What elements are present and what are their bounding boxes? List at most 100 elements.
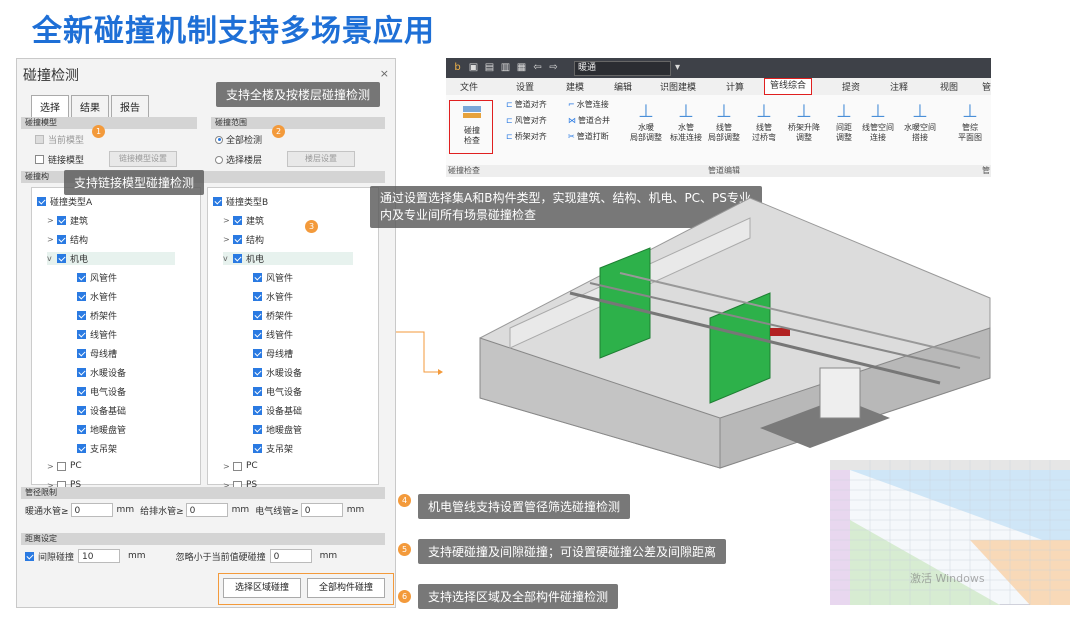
tree-b-checkbox[interactable] xyxy=(253,349,262,358)
tree-b-item[interactable]: 水暖设备 xyxy=(243,366,302,379)
tree-b-checkbox[interactable] xyxy=(253,387,262,396)
tree-a-checkbox[interactable] xyxy=(77,311,86,320)
tray-align-button[interactable]: ⊏ 桥架对齐 xyxy=(506,131,547,142)
save-icon[interactable]: ▥ xyxy=(500,62,511,73)
tree-b-checkbox[interactable] xyxy=(253,330,262,339)
tree-a-item[interactable]: 风管件 xyxy=(67,271,117,284)
open-icon[interactable]: ▤ xyxy=(484,62,495,73)
tree-b-item[interactable]: > 建筑 xyxy=(223,214,264,227)
link-model-settings-button[interactable]: 链接模型设置 xyxy=(109,151,177,167)
link-model-row[interactable]: 链接模型 xyxy=(35,153,84,166)
menu-recognize[interactable]: 识图建模 xyxy=(660,80,696,93)
tree-a-header[interactable]: 碰撞类型A xyxy=(37,195,92,208)
tree-a-item[interactable]: > 建筑 xyxy=(47,214,88,227)
pipe-merge-button[interactable]: ⋈ 管道合并 xyxy=(568,115,610,126)
tree-a-checkbox[interactable] xyxy=(57,254,66,263)
tree-b-checkbox[interactable] xyxy=(233,235,242,244)
floor-settings-button[interactable]: 楼层设置 xyxy=(287,151,355,167)
tree-a-checkbox[interactable] xyxy=(77,387,86,396)
pipe-align-button[interactable]: ⊏ 管道对齐 xyxy=(506,99,547,110)
tree-a-checkbox[interactable] xyxy=(77,349,86,358)
menu-more[interactable]: 管 xyxy=(982,80,991,93)
tree-a-item[interactable]: > PC xyxy=(47,461,82,471)
tree-a-item[interactable]: 水暖设备 xyxy=(67,366,126,379)
tree-a-item[interactable]: 线管件 xyxy=(67,328,117,341)
gap-input[interactable]: 10 xyxy=(78,549,121,563)
close-icon[interactable]: × xyxy=(380,67,389,80)
tree-a-checkbox[interactable] xyxy=(57,461,66,471)
tree-a-checkbox[interactable] xyxy=(77,273,86,282)
menu-calc[interactable]: 计算 xyxy=(726,80,744,93)
tree-b-checkbox[interactable] xyxy=(253,444,262,453)
tree-b-item[interactable]: 设备基础 xyxy=(243,404,302,417)
tree-a-checkbox[interactable] xyxy=(77,406,86,415)
expand-icon[interactable]: > xyxy=(223,216,233,225)
tree-b-checkbox[interactable] xyxy=(253,311,262,320)
ignore-input[interactable]: 0 xyxy=(269,549,312,563)
expand-icon[interactable]: v xyxy=(223,254,233,263)
tree-b-item[interactable]: 桥架件 xyxy=(243,309,293,322)
water-connect-button[interactable]: ⌐ 水管连接 xyxy=(568,99,609,110)
tree-b-item[interactable]: 线管件 xyxy=(243,328,293,341)
tree-a-item[interactable]: 母线槽 xyxy=(67,347,117,360)
tree-a-item[interactable]: v 机电 xyxy=(47,252,175,265)
tab-result[interactable]: 结果 xyxy=(71,95,109,117)
ribbon-tool-button[interactable]: ⊥ 管综 平面图 xyxy=(948,101,992,143)
all-check-radio[interactable] xyxy=(215,135,223,144)
menu-file[interactable]: 文件 xyxy=(460,80,478,93)
tree-a-checkbox[interactable] xyxy=(77,425,86,434)
menu-modeling[interactable]: 建模 xyxy=(566,80,584,93)
tree-a-checkbox[interactable] xyxy=(77,444,86,453)
tree-b-checkbox[interactable] xyxy=(253,368,262,377)
discipline-select[interactable]: 暖通 xyxy=(574,61,671,76)
current-model-checkbox[interactable] xyxy=(35,135,44,144)
tree-b-header[interactable]: 碰撞类型B xyxy=(213,195,268,208)
tree-a-checkbox[interactable] xyxy=(77,368,86,377)
tree-a-checkbox[interactable] xyxy=(57,235,66,244)
expand-icon[interactable]: > xyxy=(47,235,57,244)
saveas-icon[interactable]: ▦ xyxy=(516,62,527,73)
tree-b-header-checkbox[interactable] xyxy=(213,197,222,206)
ribbon-tool-button[interactable]: ⊥ 线管 局部调整 xyxy=(702,101,746,143)
tab-select[interactable]: 选择 xyxy=(31,95,69,117)
link-model-checkbox[interactable] xyxy=(35,155,44,164)
ribbon-tool-button[interactable]: ⊥ 桥架升降 调整 xyxy=(782,101,826,143)
menu-pipeline[interactable]: 管线综合 xyxy=(764,78,813,95)
hv-pipe-input[interactable]: 0 xyxy=(70,503,113,517)
duct-align-button[interactable]: ⊏ 风管对齐 xyxy=(506,115,547,126)
tree-a-checkbox[interactable] xyxy=(77,330,86,339)
tree-b-checkbox[interactable] xyxy=(253,273,262,282)
tree-b-item[interactable]: 电气设备 xyxy=(243,385,302,398)
tree-a-item[interactable]: > 结构 xyxy=(47,233,88,246)
current-model-row[interactable]: 当前模型 xyxy=(35,133,84,146)
tree-b-checkbox[interactable] xyxy=(233,216,242,225)
expand-icon[interactable]: > xyxy=(223,235,233,244)
back-icon[interactable]: ⇦ xyxy=(532,62,543,73)
tree-a-checkbox[interactable] xyxy=(77,292,86,301)
tree-a-item[interactable]: 支吊架 xyxy=(67,442,117,455)
expand-icon[interactable]: > xyxy=(47,462,57,471)
tree-a-item[interactable]: 地暖盘管 xyxy=(67,423,126,436)
ribbon-tool-button[interactable]: ⊥ 水暖空间 搭接 xyxy=(898,101,942,143)
tree-b-item[interactable]: 母线槽 xyxy=(243,347,293,360)
tree-b-checkbox[interactable] xyxy=(253,406,262,415)
elec-pipe-input[interactable]: 0 xyxy=(300,503,343,517)
tree-b-item[interactable]: 风管件 xyxy=(243,271,293,284)
forward-icon[interactable]: ⇨ xyxy=(548,62,559,73)
tree-b-item[interactable]: 水管件 xyxy=(243,290,293,303)
tree-a-item[interactable]: 电气设备 xyxy=(67,385,126,398)
dropdown-icon[interactable]: ▾ xyxy=(672,62,683,73)
tree-a-item[interactable]: 水管件 xyxy=(67,290,117,303)
tree-a-header-checkbox[interactable] xyxy=(37,197,46,206)
menu-submit[interactable]: 提资 xyxy=(842,80,860,93)
tree-b-checkbox[interactable] xyxy=(253,292,262,301)
tree-a-item[interactable]: 桥架件 xyxy=(67,309,117,322)
menu-annotate[interactable]: 注释 xyxy=(890,80,908,93)
expand-icon[interactable]: v xyxy=(47,254,57,263)
tree-a-checkbox[interactable] xyxy=(57,216,66,225)
ribbon-tool-button[interactable]: ⊥ 水暖 局部调整 xyxy=(624,101,668,143)
ribbon-tool-button[interactable]: ⊥ 线管 过桥弯 xyxy=(742,101,786,143)
tree-b-item[interactable]: > 结构 xyxy=(223,233,264,246)
expand-icon[interactable]: > xyxy=(223,462,233,471)
pipe-break-button[interactable]: ✂ 管道打断 xyxy=(568,131,609,142)
